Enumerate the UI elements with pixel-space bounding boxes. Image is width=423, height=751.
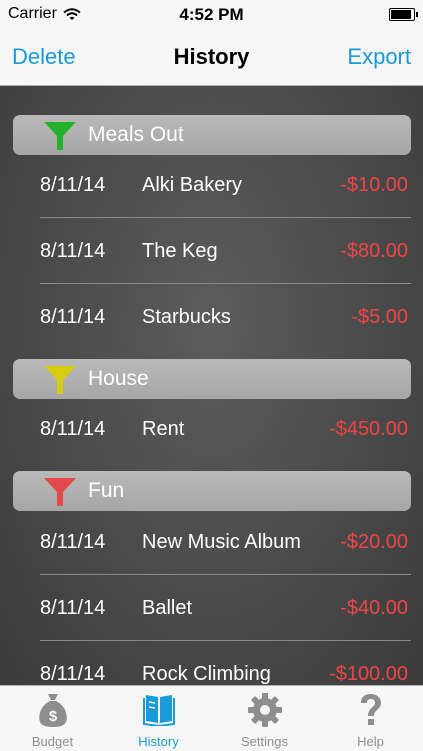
- transaction-row[interactable]: 8/11/14 Ballet -$40.00: [0, 576, 423, 641]
- transaction-date: 8/11/14: [40, 597, 106, 619]
- transaction-name: Starbucks: [142, 306, 231, 328]
- transaction-date: 8/11/14: [40, 531, 106, 553]
- tab-settings[interactable]: Settings: [212, 686, 317, 751]
- transaction-amount: -$80.00: [340, 240, 408, 262]
- funnel-icon: [44, 122, 76, 150]
- battery-icon: [389, 8, 418, 21]
- svg-text:$: $: [48, 708, 57, 725]
- row-separator: [40, 640, 411, 641]
- question-mark-icon: [360, 694, 381, 725]
- transaction-name: Rent: [142, 418, 185, 440]
- section-header-house: House: [13, 359, 411, 399]
- tab-help[interactable]: Help: [318, 686, 423, 751]
- transaction-row[interactable]: 8/11/14 Rent -$450.00: [0, 397, 423, 462]
- transaction-date: 8/11/14: [40, 174, 106, 196]
- transaction-name: Ballet: [142, 597, 193, 619]
- transaction-name: The Keg: [142, 240, 218, 262]
- transaction-date: 8/11/14: [40, 418, 106, 440]
- export-button[interactable]: Export: [347, 44, 411, 70]
- transaction-row[interactable]: 8/11/14 The Keg -$80.00: [0, 219, 423, 284]
- transaction-name: Rock Climbing: [142, 663, 271, 685]
- tab-budget[interactable]: $ Budget: [0, 686, 105, 751]
- tab-label: Settings: [241, 734, 288, 749]
- transaction-amount: -$40.00: [340, 597, 408, 619]
- transaction-amount: -$10.00: [340, 174, 408, 196]
- transaction-row[interactable]: 8/11/14 Alki Bakery -$10.00: [0, 153, 423, 218]
- transaction-name: New Music Album: [142, 531, 301, 553]
- row-separator: [40, 217, 411, 218]
- transaction-row[interactable]: 8/11/14 Starbucks -$5.00: [0, 285, 423, 350]
- row-separator: [40, 283, 411, 284]
- tab-label: History: [138, 734, 179, 749]
- transaction-row[interactable]: 8/11/14 New Music Album -$20.00: [0, 510, 423, 575]
- navigation-bar: Delete History Export: [0, 28, 423, 86]
- tab-bar: $ Budget History Settings Help: [0, 685, 423, 751]
- transaction-amount: -$20.00: [340, 531, 408, 553]
- section-header-fun: Fun: [13, 471, 411, 511]
- transaction-date: 8/11/14: [40, 306, 106, 328]
- section-label: House: [88, 367, 149, 390]
- section-header-meals-out: Meals Out: [13, 115, 411, 155]
- gear-icon: [247, 693, 282, 727]
- section-label: Fun: [88, 479, 125, 502]
- status-bar: Carrier 4:52 PM: [0, 0, 423, 28]
- transaction-amount: -$100.00: [329, 663, 408, 685]
- funnel-shape: [44, 478, 76, 506]
- transaction-name: Alki Bakery: [142, 174, 243, 196]
- funnel-shape: [44, 122, 76, 150]
- transaction-amount: -$5.00: [351, 306, 408, 328]
- funnel-icon: [44, 366, 76, 394]
- section-label: Meals Out: [88, 123, 184, 146]
- transaction-date: 8/11/14: [40, 240, 106, 262]
- transaction-amount: -$450.00: [329, 418, 408, 440]
- funnel-icon: [44, 478, 76, 506]
- battery-level: [391, 10, 411, 19]
- transaction-date: 8/11/14: [40, 663, 106, 685]
- book-icon: [142, 695, 175, 726]
- tab-label: Budget: [31, 734, 74, 749]
- tab-history[interactable]: History: [106, 686, 211, 751]
- history-list[interactable]: Meals Out 8/11/14 Alki Bakery -$10.00 8/…: [0, 86, 423, 685]
- transaction-row[interactable]: 8/11/14 Rock Climbing -$100.00: [0, 642, 423, 685]
- funnel-shape: [44, 366, 76, 394]
- tab-label: Help: [357, 734, 384, 749]
- status-time: 4:52 PM: [179, 5, 244, 24]
- row-separator: [40, 574, 411, 575]
- money-bag-icon: $: [38, 694, 67, 727]
